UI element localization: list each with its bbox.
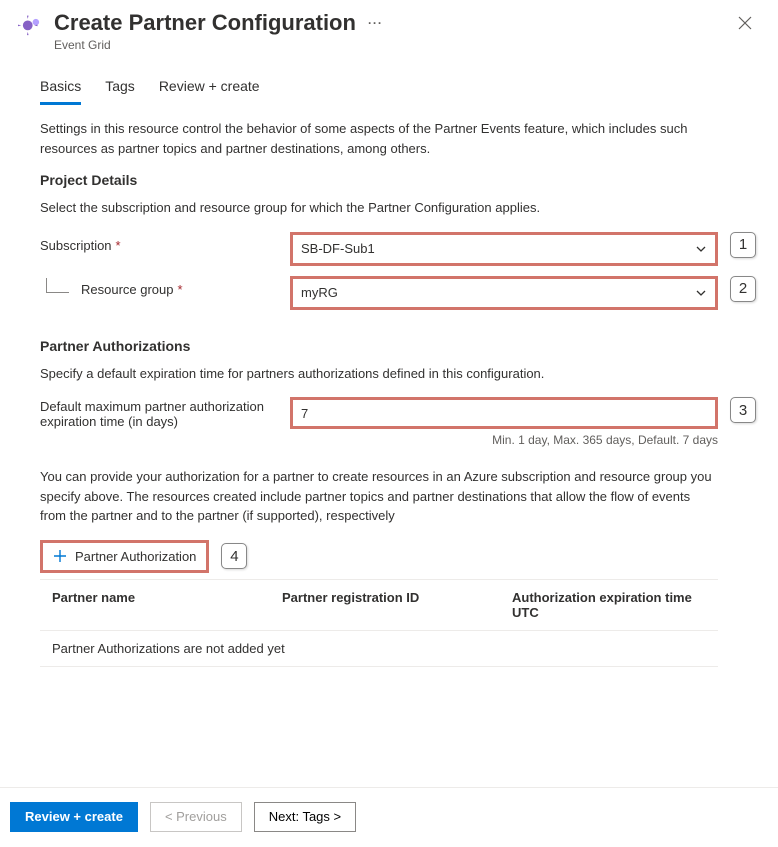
- subscription-label: Subscription: [40, 238, 112, 253]
- col-partner-name: Partner name: [52, 590, 282, 620]
- subscription-value: SB-DF-Sub1: [301, 241, 375, 256]
- resource-group-select[interactable]: myRG: [293, 279, 715, 307]
- more-menu[interactable]: ···: [368, 16, 383, 30]
- add-partner-authorization-button[interactable]: Partner Authorization: [40, 540, 209, 573]
- review-create-button[interactable]: Review + create: [10, 802, 138, 832]
- callout-4: 4: [221, 543, 247, 569]
- tab-basics[interactable]: Basics: [40, 72, 81, 105]
- expiration-label: Default maximum partner authorization ex…: [40, 399, 290, 429]
- expiration-input[interactable]: [293, 400, 715, 426]
- col-registration-id: Partner registration ID: [282, 590, 512, 620]
- tab-review[interactable]: Review + create: [159, 72, 260, 105]
- subscription-select[interactable]: SB-DF-Sub1: [293, 235, 715, 263]
- authorizations-table: Partner name Partner registration ID Aut…: [40, 579, 718, 667]
- callout-1: 1: [730, 232, 756, 258]
- col-expiration-utc: Authorization expiration time UTC: [512, 590, 706, 620]
- table-empty-row: Partner Authorizations are not added yet: [40, 631, 718, 667]
- resource-group-value: myRG: [301, 285, 338, 300]
- partner-auth-desc: Specify a default expiration time for pa…: [40, 364, 718, 384]
- chevron-down-icon: [695, 243, 707, 255]
- required-marker: *: [116, 238, 121, 253]
- wizard-footer: Review + create < Previous Next: Tags >: [0, 787, 778, 846]
- expiration-hint: Min. 1 day, Max. 365 days, Default. 7 da…: [290, 433, 718, 447]
- tab-tags[interactable]: Tags: [105, 72, 135, 105]
- gears-icon: [18, 14, 44, 40]
- tab-bar: Basics Tags Review + create: [40, 72, 760, 105]
- auth-info-text: You can provide your authorization for a…: [40, 467, 718, 526]
- partner-auth-heading: Partner Authorizations: [40, 338, 718, 354]
- close-icon: [738, 16, 752, 30]
- project-details-desc: Select the subscription and resource gro…: [40, 198, 718, 218]
- callout-2: 2: [730, 276, 756, 302]
- intro-text: Settings in this resource control the be…: [40, 119, 718, 158]
- page-title: Create Partner Configuration: [54, 10, 356, 36]
- next-button[interactable]: Next: Tags >: [254, 802, 356, 832]
- callout-3: 3: [730, 397, 756, 423]
- previous-button: < Previous: [150, 802, 242, 832]
- service-name: Event Grid: [54, 38, 720, 52]
- project-details-heading: Project Details: [40, 172, 718, 188]
- close-button[interactable]: [730, 10, 760, 39]
- add-partner-authorization-label: Partner Authorization: [75, 549, 196, 564]
- chevron-down-icon: [695, 287, 707, 299]
- required-marker: *: [178, 282, 183, 297]
- resource-group-label: Resource group: [81, 282, 174, 297]
- plus-icon: [53, 549, 67, 563]
